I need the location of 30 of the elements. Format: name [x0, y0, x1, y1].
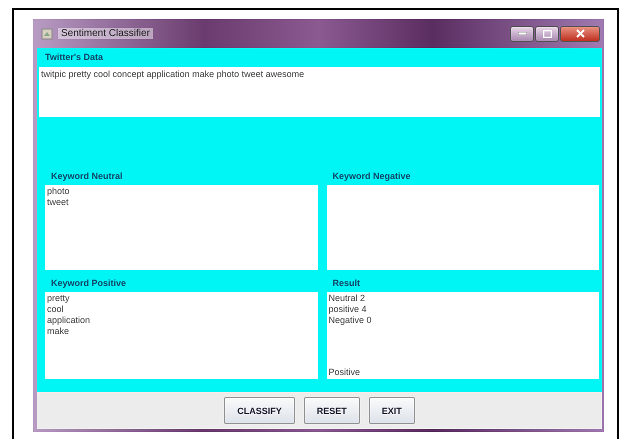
text-line: Neutral 2: [328, 293, 366, 304]
window-title: Sentiment Classifier: [58, 28, 153, 39]
text-area[interactable]: Neutral 2 positive 4 Negative 0 Positive: [326, 292, 599, 379]
close-button[interactable]: [560, 26, 600, 42]
maximize-icon: [542, 30, 552, 38]
panel-label: Keyword Neutral: [50, 170, 124, 183]
panel-label: Keyword Negative: [332, 170, 412, 183]
panel-label: Twitter's Data: [44, 51, 104, 64]
close-icon: [576, 29, 584, 38]
text-area[interactable]: twitpic pretty cool concept application make photo tweet awesome: [39, 67, 600, 117]
minimize-button[interactable]: [510, 26, 534, 42]
text-area[interactable]: photo tweet: [45, 185, 318, 270]
text-line: cool: [47, 304, 65, 315]
action-button[interactable]: CLASSIFY: [224, 397, 295, 424]
minimize-icon: [518, 32, 526, 35]
text-line: make: [47, 326, 70, 337]
maximize-button[interactable]: [535, 26, 559, 42]
panel-label: Result: [332, 277, 362, 290]
text-line: tweet: [47, 197, 70, 208]
app-icon: [41, 28, 53, 40]
text-line: positive 4: [328, 304, 368, 315]
action-button[interactable]: RESET: [304, 397, 360, 424]
text-line: photo: [47, 186, 71, 197]
result-verdict: Positive: [328, 367, 362, 378]
text-line: application: [47, 315, 92, 326]
text-line: pretty: [47, 293, 71, 304]
text-area[interactable]: pretty cool application make: [45, 292, 318, 379]
action-button[interactable]: EXIT: [368, 397, 415, 424]
text-line: Negative 0: [328, 315, 373, 326]
panel-label: Keyword Positive: [50, 277, 128, 290]
